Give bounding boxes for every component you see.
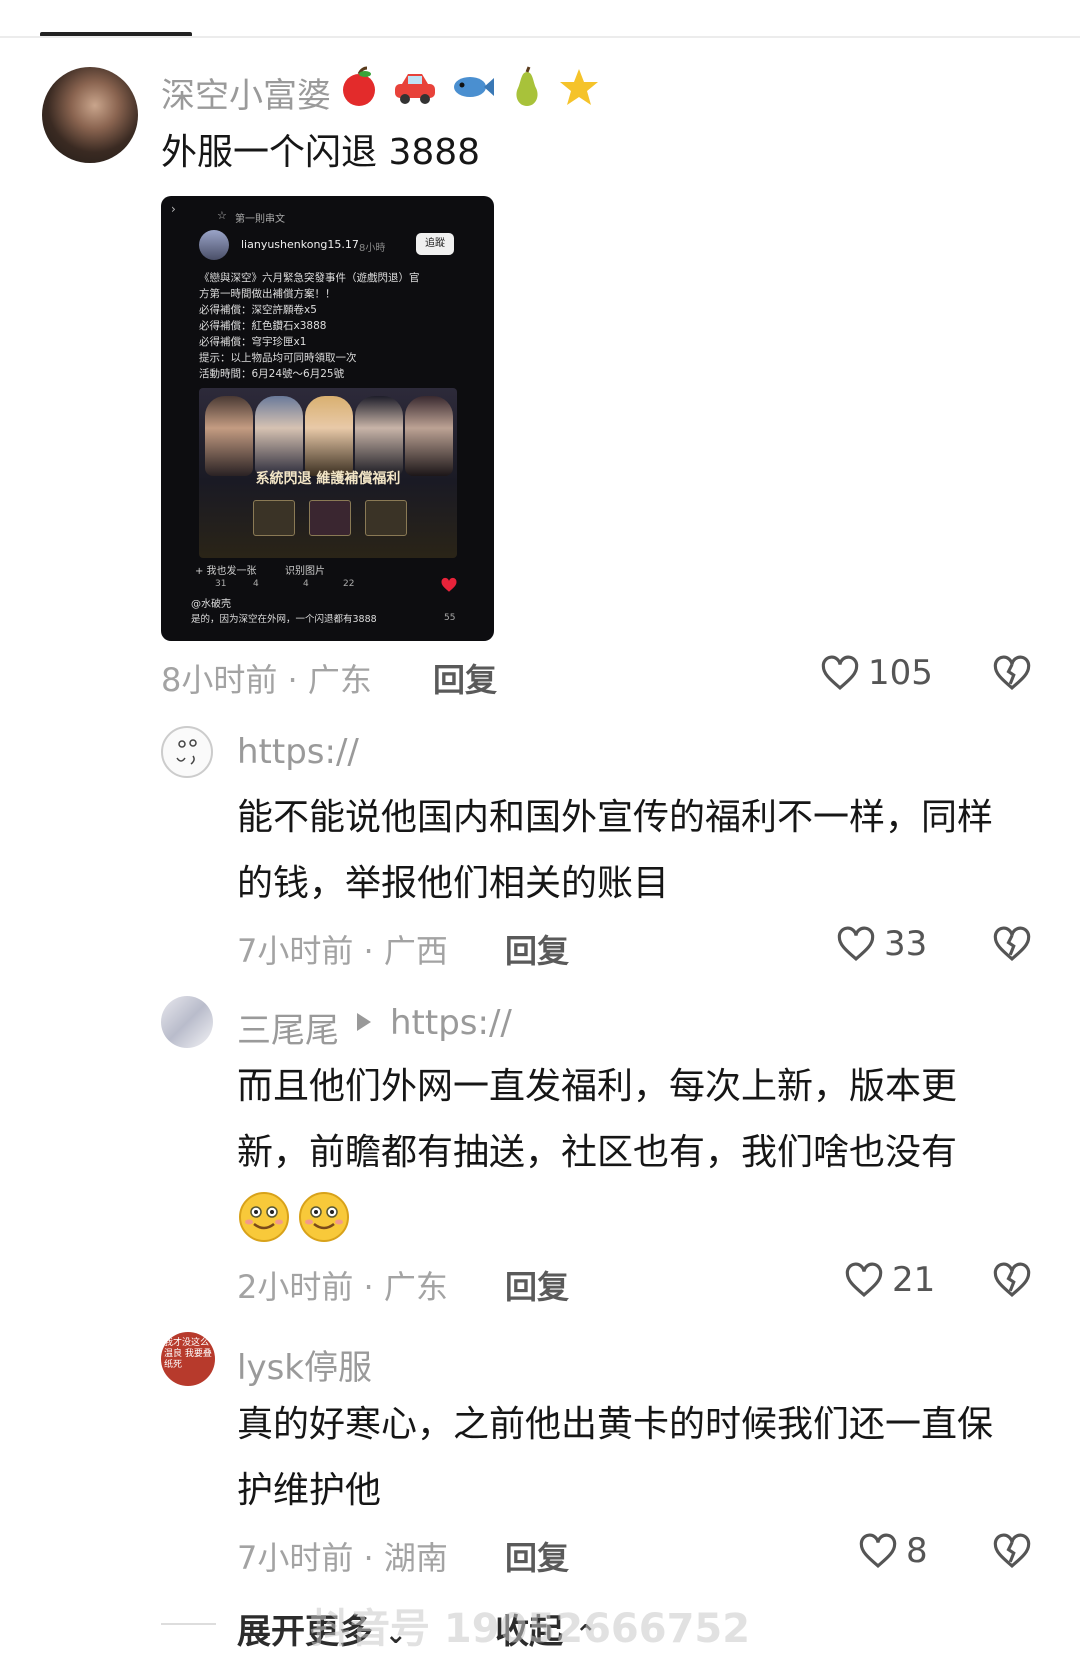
post-line: 必得補償：穹宇珍匣x1 xyxy=(199,336,307,348)
reply-arrow-icon xyxy=(357,1013,371,1031)
comment-username[interactable]: 深空小富婆 xyxy=(161,68,331,117)
like-button[interactable]: 21 xyxy=(842,1259,935,1301)
avatar[interactable]: 我才没这么温良 我要叠纸死 xyxy=(161,1332,215,1386)
post-time: 8小時 xyxy=(359,243,386,254)
star-emoji-icon xyxy=(560,69,598,105)
post-line: 必得補償：深空許願卷x5 xyxy=(199,304,317,316)
follow-button[interactable]: 追蹤 xyxy=(416,233,454,255)
reply-button[interactable]: 回复 xyxy=(433,655,497,701)
user-badges xyxy=(338,66,600,108)
character-portrait xyxy=(355,396,403,476)
comment-text: 真的好寒心，之前他出黄卡的时候我们还一直保护维护他 xyxy=(237,1404,994,1511)
heart-filled-icon xyxy=(441,577,457,592)
post-line: 方第一時間做出補償方案！！ xyxy=(199,288,336,300)
smile-emoji-icon xyxy=(239,1192,289,1242)
dislike-broken-heart-icon[interactable] xyxy=(990,923,1034,965)
comment-time-location: 7小时前 · 湖南 xyxy=(237,1539,448,1577)
comment-username[interactable]: lysk停服 xyxy=(237,1340,372,1389)
stat-shares: 22 xyxy=(343,579,355,589)
comment-text: 能不能说他国内和国外宣传的福利不一样，同样的钱，举报他们相关的账目 xyxy=(237,797,994,904)
identify-image-button[interactable]: 识别图片 xyxy=(285,562,325,577)
like-count: 105 xyxy=(868,653,933,693)
pear-emoji-icon xyxy=(516,66,538,106)
reward-item-icon xyxy=(253,500,295,536)
stat-comments: 4 xyxy=(253,579,259,589)
reply-to-username[interactable]: https:// xyxy=(390,1003,512,1043)
post-line: 提示：以上物品均可同時領取一次 xyxy=(199,352,357,364)
post-line: 《戀與深空》六月緊急突發事件（遊戲閃退）官 xyxy=(199,272,420,284)
reply-user: @水破壳 xyxy=(191,599,231,610)
comment-username[interactable]: https:// xyxy=(237,732,359,772)
like-count: 8 xyxy=(906,1531,928,1571)
heart-outline-icon xyxy=(821,655,859,690)
like-button[interactable]: 8 xyxy=(856,1530,928,1572)
emoji-row xyxy=(237,1190,351,1244)
like-button[interactable]: 33 xyxy=(834,923,927,965)
post-author: lianyushenkong15.17 xyxy=(241,238,359,251)
apple-emoji-icon xyxy=(343,66,375,106)
heart-outline-icon xyxy=(845,1262,883,1297)
avatar[interactable] xyxy=(42,67,138,163)
character-portrait xyxy=(305,396,353,476)
star-icon: ☆ xyxy=(217,209,227,222)
character-portrait xyxy=(255,396,303,476)
watermark: 抖音号 19052666752 xyxy=(310,1606,751,1652)
reply-button[interactable]: 回复 xyxy=(505,1262,569,1308)
reply-text: 是的，因为深空在外网，一个闪退都有3888 xyxy=(191,614,377,625)
divider xyxy=(161,1623,216,1625)
avatar[interactable] xyxy=(161,726,213,778)
stat-likes: 31 xyxy=(215,579,227,589)
character-portrait xyxy=(205,396,253,476)
rank-label: 第一則串文 xyxy=(235,214,285,225)
poster-title: 系統閃退 維護補償福利 xyxy=(255,471,401,487)
heart-outline-icon xyxy=(859,1533,897,1568)
add-photo-button[interactable]: + 我也发一张 xyxy=(195,562,257,577)
comment-time-location: 2小时前 · 广东 xyxy=(237,1268,448,1306)
avatar xyxy=(199,230,229,260)
comment-text: 而且他们外网一直发福利，每次上新，版本更新，前瞻都有抽送，社区也有，我们啥也没有 xyxy=(237,1066,958,1173)
reward-item-icon xyxy=(365,500,407,536)
comment-image-attachment[interactable]: › ☆ 第一則串文 lianyushenkong15.17 8小時 追蹤 《戀與… xyxy=(161,196,494,641)
character-portrait xyxy=(405,396,453,476)
divider xyxy=(0,36,1080,38)
reward-item-icon xyxy=(309,500,351,536)
dislike-broken-heart-icon[interactable] xyxy=(990,1530,1034,1572)
comment-time-location: 8小时前 · 广东 xyxy=(161,661,372,699)
fish-emoji-icon xyxy=(454,77,494,97)
dislike-broken-heart-icon[interactable] xyxy=(990,1259,1034,1301)
avatar[interactable] xyxy=(161,996,213,1048)
reply-like-count: 55 xyxy=(444,613,456,623)
avatar-text: 我才没这么温良 我要叠纸死 xyxy=(164,1338,212,1370)
post-line: 必得補償：紅色鑽石x3888 xyxy=(199,320,327,332)
heart-outline-icon xyxy=(837,926,875,961)
reply-button[interactable]: 回复 xyxy=(505,926,569,972)
like-button[interactable]: 105 xyxy=(818,652,933,694)
like-count: 21 xyxy=(892,1260,936,1300)
like-count: 33 xyxy=(884,924,928,964)
smile-emoji-icon xyxy=(299,1192,349,1242)
promo-poster: 系統閃退 維護補償福利 xyxy=(199,388,457,558)
doodle-face-icon xyxy=(176,739,197,765)
stat-reposts: 4 xyxy=(303,579,309,589)
comment-time-location: 7小时前 · 广西 xyxy=(237,932,448,970)
comment-text: 外服一个闪退 3888 xyxy=(161,132,481,173)
dislike-broken-heart-icon[interactable] xyxy=(990,652,1034,694)
post-line: 活動時間：6月24號～6月25號 xyxy=(199,368,345,380)
reply-button[interactable]: 回复 xyxy=(505,1533,569,1579)
car-emoji-icon xyxy=(395,74,435,104)
comment-username[interactable]: 三尾尾 xyxy=(237,1003,339,1052)
